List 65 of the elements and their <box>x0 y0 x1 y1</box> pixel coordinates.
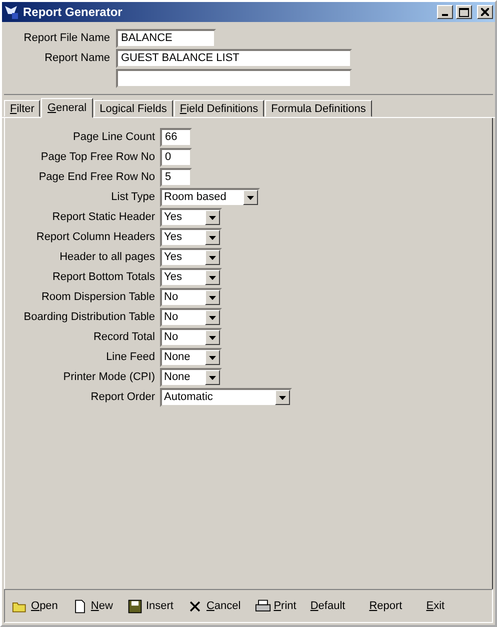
toolbar-button[interactable]: Cancel <box>186 598 242 614</box>
setting-label: Report Static Header <box>51 210 155 225</box>
close-button[interactable] <box>477 5 493 19</box>
dropdown[interactable]: No <box>160 308 222 327</box>
dropdown-arrow-icon <box>209 356 216 360</box>
dropdown[interactable]: Yes <box>160 228 222 247</box>
maximize-icon <box>459 8 469 16</box>
dropdown[interactable]: Automatic <box>160 388 292 407</box>
dropdown[interactable]: Yes <box>160 248 222 267</box>
close-icon <box>481 8 489 16</box>
input-field[interactable]: GUEST BALANCE LIST <box>116 49 352 68</box>
setting-label: Page Top Free Row No <box>40 150 155 165</box>
toolbar-button[interactable]: Insert <box>126 598 174 614</box>
dropdown-arrow-icon <box>209 276 216 280</box>
setting-label: Line Feed <box>105 350 155 365</box>
dropdown[interactable]: No <box>160 288 222 307</box>
setting-label: Printer Mode (CPI) <box>62 370 155 385</box>
input-field[interactable]: 5 <box>160 168 192 187</box>
dropdown-arrow-icon <box>279 396 286 400</box>
setting-label: Page Line Count <box>72 130 155 145</box>
input-field[interactable] <box>116 69 352 88</box>
input-field[interactable]: 0 <box>160 148 192 167</box>
toolbar-button[interactable]: Exit <box>425 600 446 612</box>
dropdown-arrow-icon <box>209 296 216 300</box>
tab[interactable]: Field Definitions <box>174 100 264 117</box>
setting-label: Record Total <box>92 330 155 345</box>
field-label: Report Name <box>44 51 110 66</box>
dropdown[interactable]: Yes <box>160 268 222 287</box>
maximize-button[interactable] <box>456 5 472 19</box>
setting-label: Report Column Headers <box>35 230 155 245</box>
setting-label: Room Dispersion Table <box>40 290 155 305</box>
field-label: Report File Name <box>22 31 110 46</box>
setting-label: Header to all pages <box>58 250 155 265</box>
input-field[interactable]: BALANCE <box>116 29 216 48</box>
dropdown[interactable]: None <box>160 368 222 387</box>
dropdown[interactable]: Room based <box>160 188 260 207</box>
minimize-button[interactable] <box>437 5 453 19</box>
toolbar-button[interactable]: Default <box>309 600 346 612</box>
toolbar-button[interactable]: Open <box>11 598 59 614</box>
input-field[interactable]: 66 <box>160 128 192 147</box>
dropdown-arrow-icon <box>209 376 216 380</box>
setting-label: Report Bottom Totals <box>51 270 155 285</box>
app-logo-icon <box>4 4 20 20</box>
setting-label: List Type <box>110 190 155 205</box>
toolbar-button[interactable]: Print <box>254 598 298 614</box>
dropdown-arrow-icon <box>209 216 216 220</box>
dropdown-arrow-icon <box>209 256 216 260</box>
toolbar-button[interactable]: New <box>70 598 114 614</box>
toolbar-button[interactable]: Report <box>368 600 404 612</box>
tab[interactable]: General <box>41 98 93 118</box>
dropdown[interactable]: None <box>160 348 222 367</box>
dropdown-arrow-icon <box>209 316 216 320</box>
tab[interactable]: Formula Definitions <box>265 100 372 117</box>
dropdown-arrow-icon <box>247 196 254 200</box>
dropdown-arrow-icon <box>209 336 216 340</box>
tab[interactable]: Filter <box>4 100 40 117</box>
setting-label: Page End Free Row No <box>38 170 155 185</box>
setting-label: Report Order <box>90 390 155 405</box>
setting-label: Boarding Distribution Table <box>22 310 155 325</box>
tab[interactable]: Logical Fields <box>94 100 173 117</box>
dropdown-arrow-icon <box>209 236 216 240</box>
window-title: Report Generator <box>23 5 124 19</box>
printer-icon <box>254 598 271 614</box>
dropdown[interactable]: Yes <box>160 208 222 227</box>
dropdown[interactable]: No <box>160 328 222 347</box>
